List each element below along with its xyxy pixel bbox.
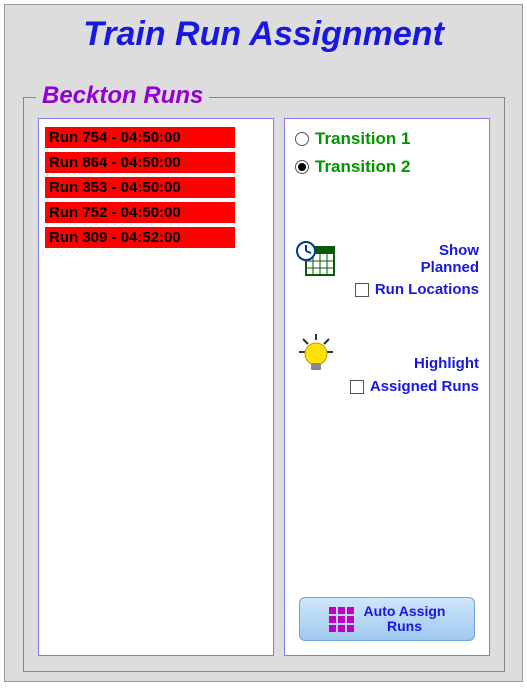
show-planned-label: Planned (345, 259, 479, 276)
group-title: Beckton Runs (36, 82, 209, 110)
radio-label: Transition 2 (315, 157, 410, 177)
auto-assign-label-line: Runs (364, 619, 446, 634)
show-planned-label: Run Locations (375, 281, 479, 298)
radio-label: Transition 1 (315, 129, 410, 149)
run-item[interactable]: Run 752 - 04:50:00 (45, 202, 235, 223)
run-item[interactable]: Run 309 - 04:52:00 (45, 227, 235, 248)
highlight-checkbox[interactable] (350, 380, 364, 394)
runs-group: Beckton Runs Run 754 - 04:50:00 Run 864 … (23, 97, 505, 672)
radio-selected-dot (298, 163, 306, 171)
radio-transition-1[interactable]: Transition 1 (285, 119, 489, 153)
radio-transition-2[interactable]: Transition 2 (285, 153, 489, 181)
highlight-label: Assigned Runs (370, 378, 479, 395)
radio-icon (295, 132, 309, 146)
page-title: Train Run Assignment (5, 5, 522, 60)
runs-list: Run 754 - 04:50:00 Run 864 - 04:50:00 Ru… (38, 118, 274, 656)
side-panel: Transition 1 Transition 2 (284, 118, 490, 656)
auto-assign-label-line: Auto Assign (364, 604, 446, 619)
auto-assign-runs-button[interactable]: Auto Assign Runs (299, 597, 475, 641)
lightbulb-icon (295, 334, 337, 374)
run-item[interactable]: Run 754 - 04:50:00 (45, 127, 235, 148)
show-planned-checkbox[interactable] (355, 283, 369, 297)
highlight-label: Highlight (345, 355, 479, 372)
calendar-clock-icon (295, 241, 337, 277)
run-item[interactable]: Run 864 - 04:50:00 (45, 152, 235, 173)
run-item[interactable]: Run 353 - 04:50:00 (45, 177, 235, 198)
radio-icon (295, 160, 309, 174)
main-panel: Train Run Assignment Beckton Runs Run 75… (4, 4, 523, 682)
auto-assign-label: Auto Assign Runs (364, 604, 446, 635)
highlight-option: Highlight (285, 334, 489, 374)
show-planned-option: Show Planned (285, 241, 489, 277)
grid-icon (329, 607, 354, 632)
show-planned-label: Show (345, 242, 479, 259)
